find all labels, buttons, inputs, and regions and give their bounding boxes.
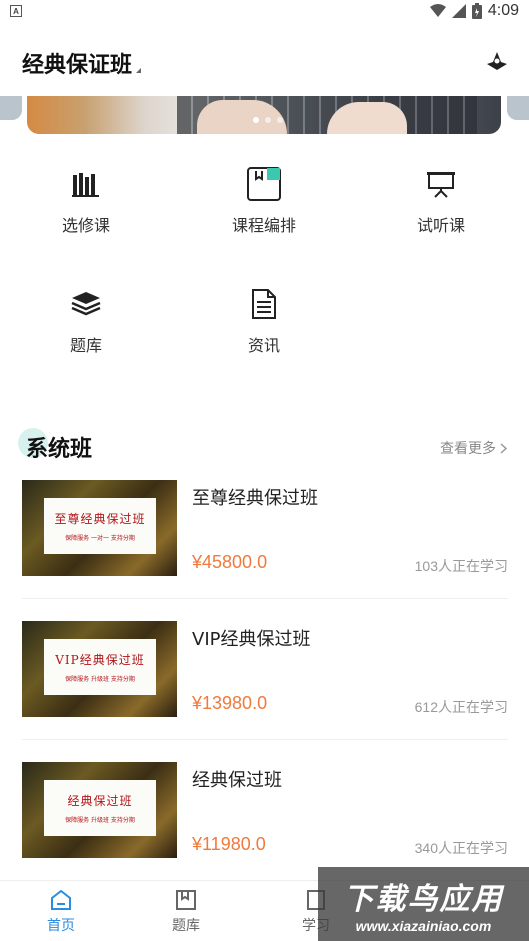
banner-dot (277, 117, 283, 123)
quick-link-schedule[interactable]: 课程编排 (209, 166, 319, 236)
thumbnail-title: 经典保过班 (67, 794, 133, 808)
customer-service-icon[interactable] (487, 52, 507, 74)
course-card[interactable]: 至尊经典保过班 保障服务 一对一 支持分期 至尊经典保过班 ¥45800.0 1… (22, 480, 508, 600)
quick-link-elective[interactable]: 选修课 (31, 166, 141, 236)
quick-link-label: 题库 (69, 336, 102, 355)
quick-link-news[interactable]: 资讯 (209, 286, 319, 356)
banner-dot (253, 117, 259, 123)
quick-link-label: 试听课 (416, 216, 465, 235)
nav-home[interactable]: 首页 (21, 889, 101, 935)
section-header: 系统班 (18, 428, 93, 466)
section-title: 系统班 (26, 437, 93, 462)
quick-link-label: 选修课 (61, 216, 110, 235)
banner-image[interactable] (27, 96, 501, 134)
signal-icon (451, 4, 466, 18)
bookmark-board-icon (246, 166, 282, 202)
course-thumbnail: 至尊经典保过班 保障服务 一对一 支持分期 (22, 480, 177, 576)
thumbnail-subtitle: 保障服务 一对一 支持分期 (65, 535, 135, 542)
view-more-label: 查看更多 (440, 441, 496, 457)
divider (22, 739, 508, 740)
course-price: ¥13980.0 (192, 693, 268, 713)
thumbnail-subtitle: 保障服务 升级班 支持分期 (65, 817, 135, 824)
watermark-url: www.xiazainiao.com (355, 918, 492, 934)
class-selector[interactable]: 经典保证班 (22, 47, 132, 79)
course-thumbnail: 经典保过班 保障服务 升级班 支持分期 (22, 762, 177, 858)
quick-link-trial[interactable]: 试听课 (386, 166, 496, 236)
nav-label: 首页 (47, 918, 75, 934)
status-time: 4:09 (487, 2, 519, 19)
banner-carousel[interactable] (0, 96, 529, 136)
course-thumbnail: VIP经典保过班 保障服务 升级班 支持分期 (22, 621, 177, 717)
books-icon (68, 166, 104, 202)
thumbnail-title: 至尊经典保过班 (54, 512, 146, 526)
document-icon (246, 286, 282, 322)
watermark: 下载鸟应用 www.xiazainiao.com (318, 867, 529, 941)
course-learners: 340人正在学习 (414, 840, 508, 856)
quick-link-label: 资讯 (247, 336, 280, 355)
course-card[interactable]: 经典保过班 保障服务 升级班 支持分期 经典保过班 ¥11980.0 340人正… (22, 762, 508, 882)
thumbnail-subtitle: 保障服务 升级班 支持分期 (65, 676, 135, 683)
class-selector-caret-icon (136, 67, 142, 73)
nav-question-bank[interactable]: 题库 (146, 889, 226, 935)
course-name: VIP经典保过班 (192, 629, 311, 650)
course-name: 经典保过班 (192, 770, 282, 791)
quick-link-label: 课程编排 (231, 216, 296, 235)
presentation-icon (423, 166, 459, 202)
banner-indicator (253, 117, 283, 123)
course-price: ¥11980.0 (192, 834, 266, 854)
battery-icon (471, 3, 482, 19)
notification-a-icon: A (10, 5, 22, 17)
home-icon (51, 889, 71, 910)
chevron-right-icon (500, 442, 507, 454)
watermark-main: 下载鸟应用 (343, 882, 504, 917)
course-price: ¥45800.0 (192, 552, 268, 572)
course-learners: 103人正在学习 (414, 558, 508, 574)
question-bank-icon (176, 890, 196, 910)
course-learners: 612人正在学习 (414, 699, 508, 715)
app-header: 经典保证班 (0, 40, 529, 86)
nav-label: 题库 (172, 918, 200, 934)
divider (22, 598, 508, 599)
course-card[interactable]: VIP经典保过班 保障服务 升级班 支持分期 VIP经典保过班 ¥13980.0… (22, 621, 508, 741)
banner-prev-slide (0, 96, 22, 120)
stack-icon (68, 286, 104, 322)
wifi-icon (429, 4, 446, 17)
banner-dot (265, 117, 271, 123)
banner-next-slide (507, 96, 529, 120)
thumbnail-title: VIP经典保过班 (55, 653, 145, 667)
course-name: 至尊经典保过班 (192, 488, 318, 509)
quick-link-question-bank[interactable]: 题库 (31, 286, 141, 356)
status-bar: A 4:09 (0, 0, 529, 22)
view-more-link[interactable]: 查看更多 (440, 438, 507, 458)
